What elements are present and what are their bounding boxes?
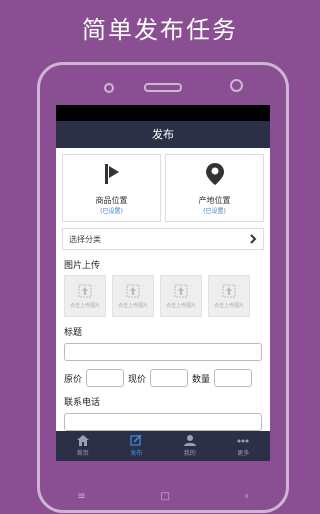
tab-publish[interactable]: 发布	[110, 431, 164, 461]
chevron-right-icon	[250, 234, 257, 244]
origin-location-status: (已设置)	[203, 208, 226, 215]
camera-icon	[104, 83, 114, 93]
upload-label: 点击上传图片	[165, 303, 196, 309]
product-location-status: (已设置)	[100, 208, 123, 215]
menu-key[interactable]: ≡	[77, 491, 85, 502]
image-upload-slot[interactable]: 点击上传图片	[64, 275, 106, 317]
tab-label: 发布	[130, 450, 143, 457]
upload-icon	[126, 284, 140, 298]
more-icon	[237, 439, 249, 443]
category-select-label: 选择分类	[69, 234, 101, 244]
app-screen: 发布 商品位置 (已设置) 产地位置 (已设置) 选择分类 图片上传 点击上传图…	[56, 105, 270, 461]
upload-label: 点击上传图片	[117, 303, 148, 309]
flag-icon	[104, 164, 119, 184]
edit-icon	[130, 435, 142, 446]
product-location-label: 商品位置	[95, 196, 128, 205]
home-icon	[76, 435, 89, 446]
image-upload-slot[interactable]: 点击上传图片	[112, 275, 154, 317]
title-label: 标题	[64, 328, 83, 338]
title-input[interactable]	[64, 343, 262, 361]
speaker-icon	[144, 83, 182, 92]
origin-location-label: 产地位置	[198, 196, 231, 205]
tab-label: 更多	[237, 450, 250, 457]
phone-top	[40, 65, 286, 101]
sensor-icon	[230, 79, 243, 92]
quantity-input[interactable]	[214, 369, 253, 387]
tab-mine[interactable]: 我的	[163, 431, 217, 461]
tab-more[interactable]: 更多	[217, 431, 271, 461]
images-section-label: 图片上传	[64, 261, 101, 271]
phone-frame: 发布 商品位置 (已设置) 产地位置 (已设置) 选择分类 图片上传 点击上传图…	[37, 62, 289, 513]
device-keys: ≡ □ ‹	[40, 491, 286, 502]
product-location-card[interactable]: 商品位置 (已设置)	[62, 154, 161, 222]
tab-label: 首页	[76, 450, 89, 457]
category-select[interactable]: 选择分类	[62, 228, 264, 250]
price-row: 原价 现价 数量	[64, 369, 262, 387]
location-row: 商品位置 (已设置) 产地位置 (已设置)	[56, 148, 270, 222]
page-title: 发布	[56, 121, 270, 148]
upload-label: 点击上传图片	[213, 303, 244, 309]
upload-icon	[78, 284, 92, 298]
tab-bar: 首页 发布 我的 更多	[56, 431, 270, 461]
upload-label: 点击上传图片	[69, 303, 100, 309]
original-price-label: 原价	[64, 374, 83, 385]
upload-icon	[222, 284, 236, 298]
upload-icon	[174, 284, 188, 298]
current-price-input[interactable]	[150, 369, 189, 387]
origin-location-card[interactable]: 产地位置 (已设置)	[165, 154, 264, 222]
home-key[interactable]: □	[160, 491, 169, 502]
upload-row: 点击上传图片 点击上传图片 点击上传图片 点击上传图片	[56, 271, 270, 317]
user-icon	[183, 435, 196, 446]
quantity-label: 数量	[192, 374, 211, 385]
original-price-input[interactable]	[86, 369, 125, 387]
image-upload-slot[interactable]: 点击上传图片	[208, 275, 250, 317]
headline: 简单发布任务	[82, 16, 238, 44]
status-bar	[56, 105, 270, 121]
phone-label: 联系电话	[64, 398, 101, 408]
image-upload-slot[interactable]: 点击上传图片	[160, 275, 202, 317]
phone-input[interactable]	[64, 413, 262, 431]
tab-home[interactable]: 首页	[56, 431, 110, 461]
tab-label: 我的	[183, 450, 196, 457]
current-price-label: 现价	[128, 374, 147, 385]
map-pin-icon	[205, 163, 224, 185]
back-key[interactable]: ‹	[245, 491, 249, 502]
